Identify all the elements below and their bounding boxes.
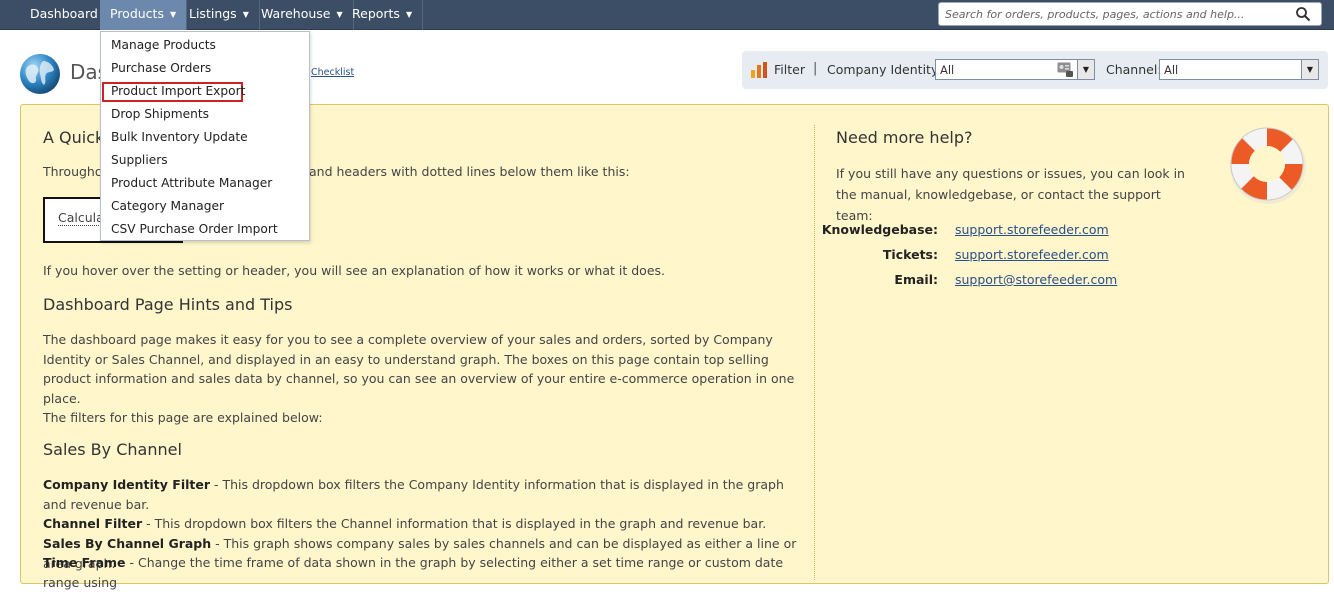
menu-item-suppliers[interactable]: Suppliers <box>111 153 168 167</box>
menu-item-manage-products[interactable]: Manage Products <box>111 38 216 52</box>
nav-warehouse[interactable]: Warehouse ▼ <box>251 0 354 30</box>
menu-item-purchase-orders[interactable]: Purchase Orders <box>111 61 211 75</box>
definition-text: - This dropdown box filters the Channel … <box>142 516 767 531</box>
dashboard-tips-heading: Dashboard Page Hints and Tips <box>43 295 293 314</box>
hover-explanation-text: If you hover over the setting or header,… <box>43 263 665 278</box>
menu-item-product-import-export[interactable]: Product Import Export <box>111 84 245 98</box>
nav-reports-label: Reports <box>352 6 400 21</box>
search-icon[interactable] <box>1295 6 1311 22</box>
definition-item: Time Frame - Change the time frame of da… <box>43 553 803 592</box>
filter-bar: Filter | Company Identity: All ▼ Channel… <box>742 51 1328 89</box>
email-link[interactable]: support@storefeeder.com <box>955 272 1117 287</box>
company-identity-value: All <box>940 63 955 77</box>
dashboard-tips-text: The dashboard page makes it easy for you… <box>43 332 795 406</box>
definition-item: Channel Filter - This dropdown box filte… <box>43 514 803 534</box>
quick-guide-text-start: Througho <box>43 164 103 179</box>
chevron-down-icon: ▼ <box>405 10 413 19</box>
quick-guide-text-end: and headers with dotted lines below them… <box>309 164 630 179</box>
knowledgebase-link[interactable]: support.storefeeder.com <box>955 222 1109 237</box>
panel-divider <box>814 125 815 580</box>
nav-dashboard[interactable]: Dashboard <box>20 0 109 30</box>
nav-products-label: Products <box>110 6 164 21</box>
filter-label: Filter <box>774 62 805 77</box>
company-identity-label: Company Identity: <box>827 62 942 77</box>
chevron-down-icon[interactable]: ▼ <box>1077 60 1094 79</box>
bar-chart-icon <box>751 62 767 78</box>
menu-item-drop-shipments[interactable]: Drop Shipments <box>111 107 209 121</box>
chevron-down-icon: ▼ <box>169 10 177 19</box>
menu-item-csv-purchase-order-import[interactable]: CSV Purchase Order Import <box>111 222 278 236</box>
quick-guide-heading: A Quick <box>43 128 105 147</box>
definition-text: - Change the time frame of data shown in… <box>43 555 784 590</box>
chevron-down-icon[interactable]: ▼ <box>1301 60 1318 79</box>
channel-select[interactable]: All ▼ <box>1159 59 1319 80</box>
menu-item-product-attribute-manager[interactable]: Product Attribute Manager <box>111 176 272 190</box>
menu-item-bulk-inventory-update[interactable]: Bulk Inventory Update <box>111 130 248 144</box>
nav-warehouse-label: Warehouse <box>261 6 331 21</box>
nav-listings[interactable]: Listings ▼ <box>179 0 260 30</box>
filter-separator: | <box>813 61 818 76</box>
tickets-label: Tickets: <box>882 247 938 262</box>
filters-intro-text: The filters for this page are explained … <box>43 410 323 425</box>
nav-listings-label: Listings <box>189 6 237 21</box>
definition-term: Channel Filter <box>43 516 143 531</box>
nav-dashboard-label: Dashboard <box>30 6 98 21</box>
lifebuoy-icon <box>1230 127 1306 204</box>
email-label: Email: <box>894 272 938 287</box>
need-help-heading: Need more help? <box>836 128 973 147</box>
definition-item: Company Identity Filter - This dropdown … <box>43 475 803 514</box>
chevron-down-icon: ▼ <box>242 10 249 19</box>
channel-label: Channel: <box>1106 62 1162 77</box>
definition-term: Sales By Channel Graph <box>43 536 212 551</box>
top-navigation-bar: Dashboard Products ▼ Listings ▼ Warehouse ▼… <box>0 0 1334 30</box>
sales-by-channel-heading: Sales By Channel <box>43 440 182 459</box>
search-input[interactable] <box>939 3 1279 26</box>
nav-reports[interactable]: Reports ▼ <box>342 0 424 30</box>
menu-item-category-manager[interactable]: Category Manager <box>111 199 224 213</box>
identity-card-icon <box>1057 62 1073 77</box>
need-help-text: If you still have any questions or issue… <box>836 166 1185 223</box>
knowledgebase-label: Knowledgebase: <box>821 222 938 237</box>
channel-value: All <box>1164 63 1179 77</box>
tickets-link[interactable]: support.storefeeder.com <box>955 247 1109 262</box>
globe-icon <box>20 54 60 94</box>
definition-term: Time Frame <box>43 555 126 570</box>
checklist-link[interactable]: Checklist <box>311 67 354 78</box>
global-search <box>938 2 1322 26</box>
definition-term: Company Identity Filter <box>43 477 211 492</box>
company-identity-select[interactable]: All ▼ <box>935 59 1095 80</box>
products-dropdown-menu: Manage Products Purchase Orders Product … <box>100 31 310 241</box>
nav-products[interactable]: Products ▼ <box>100 0 188 30</box>
